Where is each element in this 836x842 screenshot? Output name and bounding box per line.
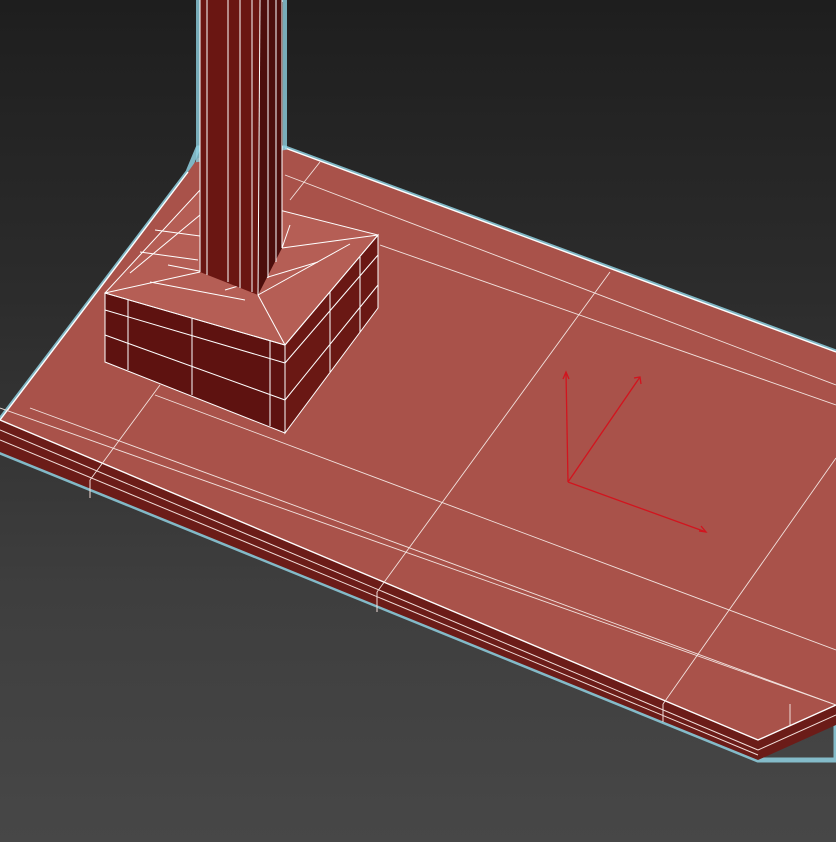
column-shaft[interactable]	[196, 0, 287, 296]
slab-top-face	[0, 148, 836, 740]
shaft-front-face	[200, 0, 260, 295]
shaft-side-face	[258, 0, 282, 295]
base-slab[interactable]	[0, 145, 836, 763]
3d-viewport[interactable]	[0, 0, 836, 842]
viewport-scene[interactable]	[0, 0, 836, 842]
